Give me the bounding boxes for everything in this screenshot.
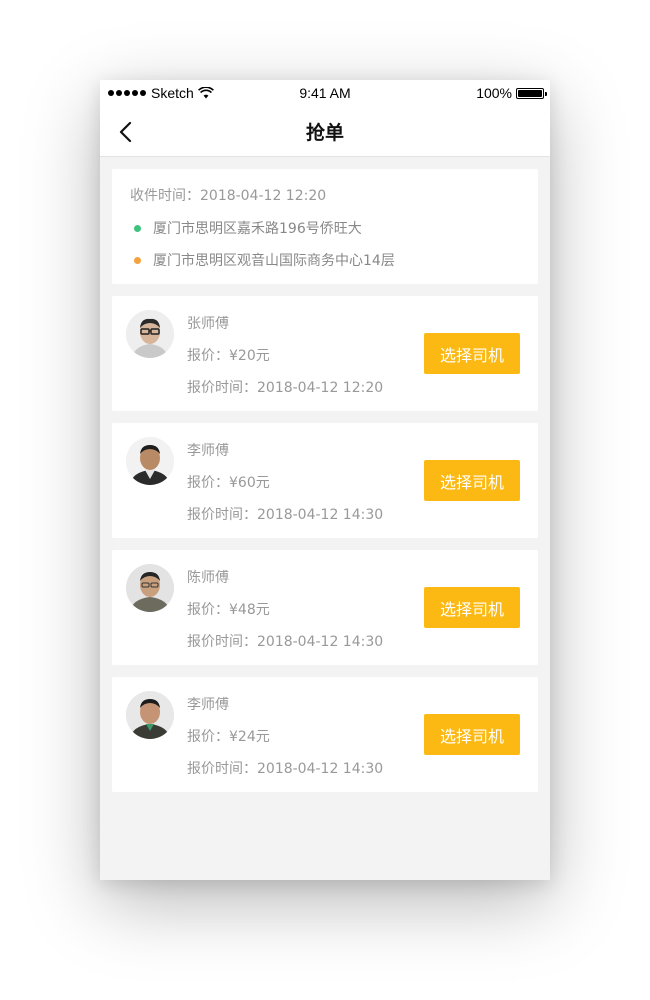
to-address: 厦门市思明区观音山国际商务中心14层 <box>153 253 395 269</box>
pickup-time: 收件时间：2018-04-12 12:20 <box>130 188 327 204</box>
driver-card: 李师傅 报价：¥24元 报价时间：2018-04-12 14:30 选择司机 <box>112 677 538 792</box>
status-bar-right: 100% <box>476 85 547 101</box>
driver-quote-time: 报价时间：2018-04-12 14:30 <box>187 507 384 523</box>
from-address-row: 厦门市思明区嘉禾路196号侨旺大 <box>134 218 362 238</box>
driver-quote-time: 报价时间：2018-04-12 14:30 <box>187 634 384 650</box>
avatar <box>126 564 174 612</box>
to-address-row: 厦门市思明区观音山国际商务中心14层 <box>134 250 395 270</box>
driver-card: 张师傅 报价：¥20元 报价时间：2018-04-12 12:20 选择司机 <box>112 296 538 411</box>
status-bar: Sketch 9:41 AM 100% <box>100 80 550 106</box>
driver-card: 陈师傅 报价：¥48元 报价时间：2018-04-12 14:30 选择司机 <box>112 550 538 665</box>
select-driver-button[interactable]: 选择司机 <box>424 333 520 374</box>
select-driver-button[interactable]: 选择司机 <box>424 587 520 628</box>
driver-quote-time: 报价时间：2018-04-12 12:20 <box>187 380 384 396</box>
order-info-card: 收件时间：2018-04-12 12:20 厦门市思明区嘉禾路196号侨旺大 厦… <box>112 169 538 284</box>
select-driver-button[interactable]: 选择司机 <box>424 460 520 501</box>
nav-bar: 抢单 <box>100 106 550 157</box>
battery-icon <box>516 87 547 99</box>
back-button[interactable] <box>112 118 140 146</box>
battery-percent: 100% <box>476 85 512 101</box>
select-driver-button[interactable]: 选择司机 <box>424 714 520 755</box>
driver-name: 李师傅 <box>187 443 229 459</box>
status-bar-left: Sketch <box>108 85 214 101</box>
driver-price: 报价：¥24元 <box>187 729 270 745</box>
carrier-label: Sketch <box>151 85 194 101</box>
driver-quote-time: 报价时间：2018-04-12 14:30 <box>187 761 384 777</box>
avatar <box>126 437 174 485</box>
avatar <box>126 691 174 739</box>
driver-name: 李师傅 <box>187 697 229 713</box>
wifi-icon <box>197 87 214 99</box>
driver-price: 报价：¥48元 <box>187 602 270 618</box>
driver-price: 报价：¥60元 <box>187 475 270 491</box>
driver-price: 报价：¥20元 <box>187 348 270 364</box>
avatar <box>126 310 174 358</box>
driver-name: 陈师傅 <box>187 570 229 586</box>
driver-name: 张师傅 <box>187 316 229 332</box>
destination-dot-icon <box>134 256 141 264</box>
chevron-left-icon <box>119 121 132 143</box>
page-title: 抢单 <box>305 122 344 144</box>
phone-screen: Sketch 9:41 AM 100% 抢单 收件时间：2018-04-12 1… <box>100 80 550 880</box>
origin-dot-icon <box>134 224 141 232</box>
from-address: 厦门市思明区嘉禾路196号侨旺大 <box>153 221 362 237</box>
signal-icon <box>108 90 146 96</box>
driver-card: 李师傅 报价：¥60元 报价时间：2018-04-12 14:30 选择司机 <box>112 423 538 538</box>
